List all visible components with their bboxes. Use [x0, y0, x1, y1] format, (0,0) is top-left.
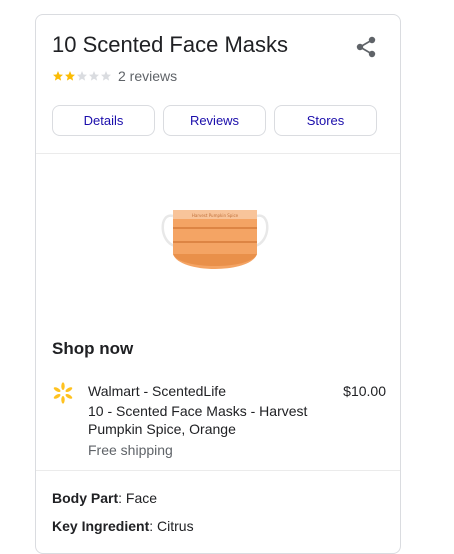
product-card: 10 Scented Face Masks 2 reviews Details … [35, 14, 401, 554]
tab-stores-label: Stores [306, 113, 345, 128]
star-rating [52, 70, 112, 82]
svg-text:Harvest Pumpkin Spice: Harvest Pumpkin Spice [192, 213, 239, 218]
reviews-count[interactable]: 2 reviews [118, 67, 177, 85]
attribute-value: Face [125, 490, 158, 506]
share-icon [356, 36, 376, 58]
rating-row: 2 reviews [52, 67, 177, 85]
share-button[interactable] [352, 35, 380, 59]
store-name[interactable]: Walmart - ScentedLife [88, 382, 226, 400]
attribute-label: Body Part [52, 490, 119, 506]
face-mask-image: Harvest Pumpkin Spice [161, 210, 269, 269]
shop-now-heading: Shop now [52, 339, 134, 358]
product-image[interactable]: Harvest Pumpkin Spice [159, 198, 271, 282]
attribute-key-ingredient: Key Ingredient: Citrus [52, 518, 194, 534]
star-empty-icon [89, 71, 99, 81]
tab-reviews[interactable]: Reviews [163, 105, 266, 136]
product-tabs: Details Reviews Stores [52, 105, 377, 136]
tab-details-label: Details [83, 113, 124, 128]
attribute-body-part: Body Part: Face [52, 490, 158, 506]
offer-price: $10.00 [343, 383, 386, 399]
shipping-info: Free shipping [88, 442, 173, 458]
product-title: 10 Scented Face Masks [52, 32, 289, 57]
walmart-spark-icon [53, 382, 73, 404]
star-empty-icon [77, 71, 87, 81]
tab-reviews-label: Reviews [189, 113, 240, 128]
divider [36, 153, 400, 154]
store-offer[interactable]: Walmart - ScentedLife $10.00 10 - Scente… [52, 380, 386, 460]
tab-details[interactable]: Details [52, 105, 155, 136]
star-filled-icon [53, 71, 63, 81]
star-empty-icon [101, 71, 111, 81]
star-filled-icon [65, 71, 75, 81]
divider [36, 470, 400, 471]
tab-stores[interactable]: Stores [274, 105, 377, 136]
offer-title[interactable]: 10 - Scented Face Masks - Harvest Pumpki… [88, 402, 328, 438]
